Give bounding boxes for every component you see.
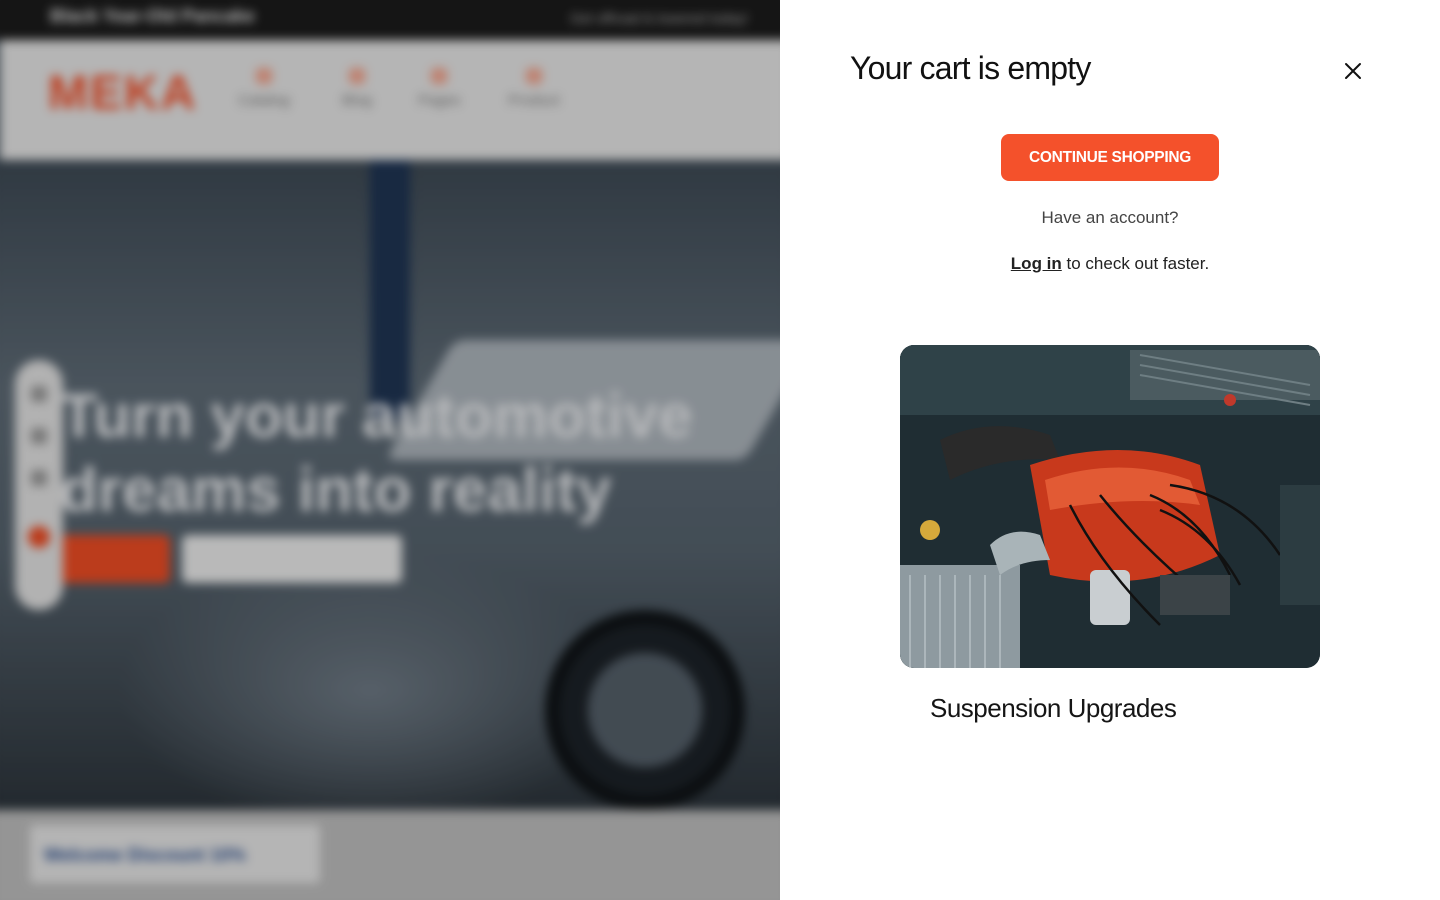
login-suffix: to check out faster. [1061,254,1210,273]
cart-title: Your cart is empty [850,50,1091,86]
login-link[interactable]: Log in [1011,254,1062,273]
login-prompt: Log in to check out faster. [780,254,1440,274]
cart-drawer: Your cart is empty CONTINUE SHOPPING Hav… [780,0,1440,900]
continue-shopping-button[interactable]: CONTINUE SHOPPING [1001,134,1219,181]
have-account-text: Have an account? [1041,208,1179,227]
background-page: Black Year-Old Pancake Get offroad & low… [0,0,780,900]
collection-image[interactable] [900,345,1320,668]
modal-overlay[interactable] [0,0,780,900]
collection-title[interactable]: Suspension Upgrades [930,693,1177,724]
close-cart-button[interactable] [1340,58,1366,84]
close-icon [1345,63,1361,79]
engine-image [900,345,1320,668]
